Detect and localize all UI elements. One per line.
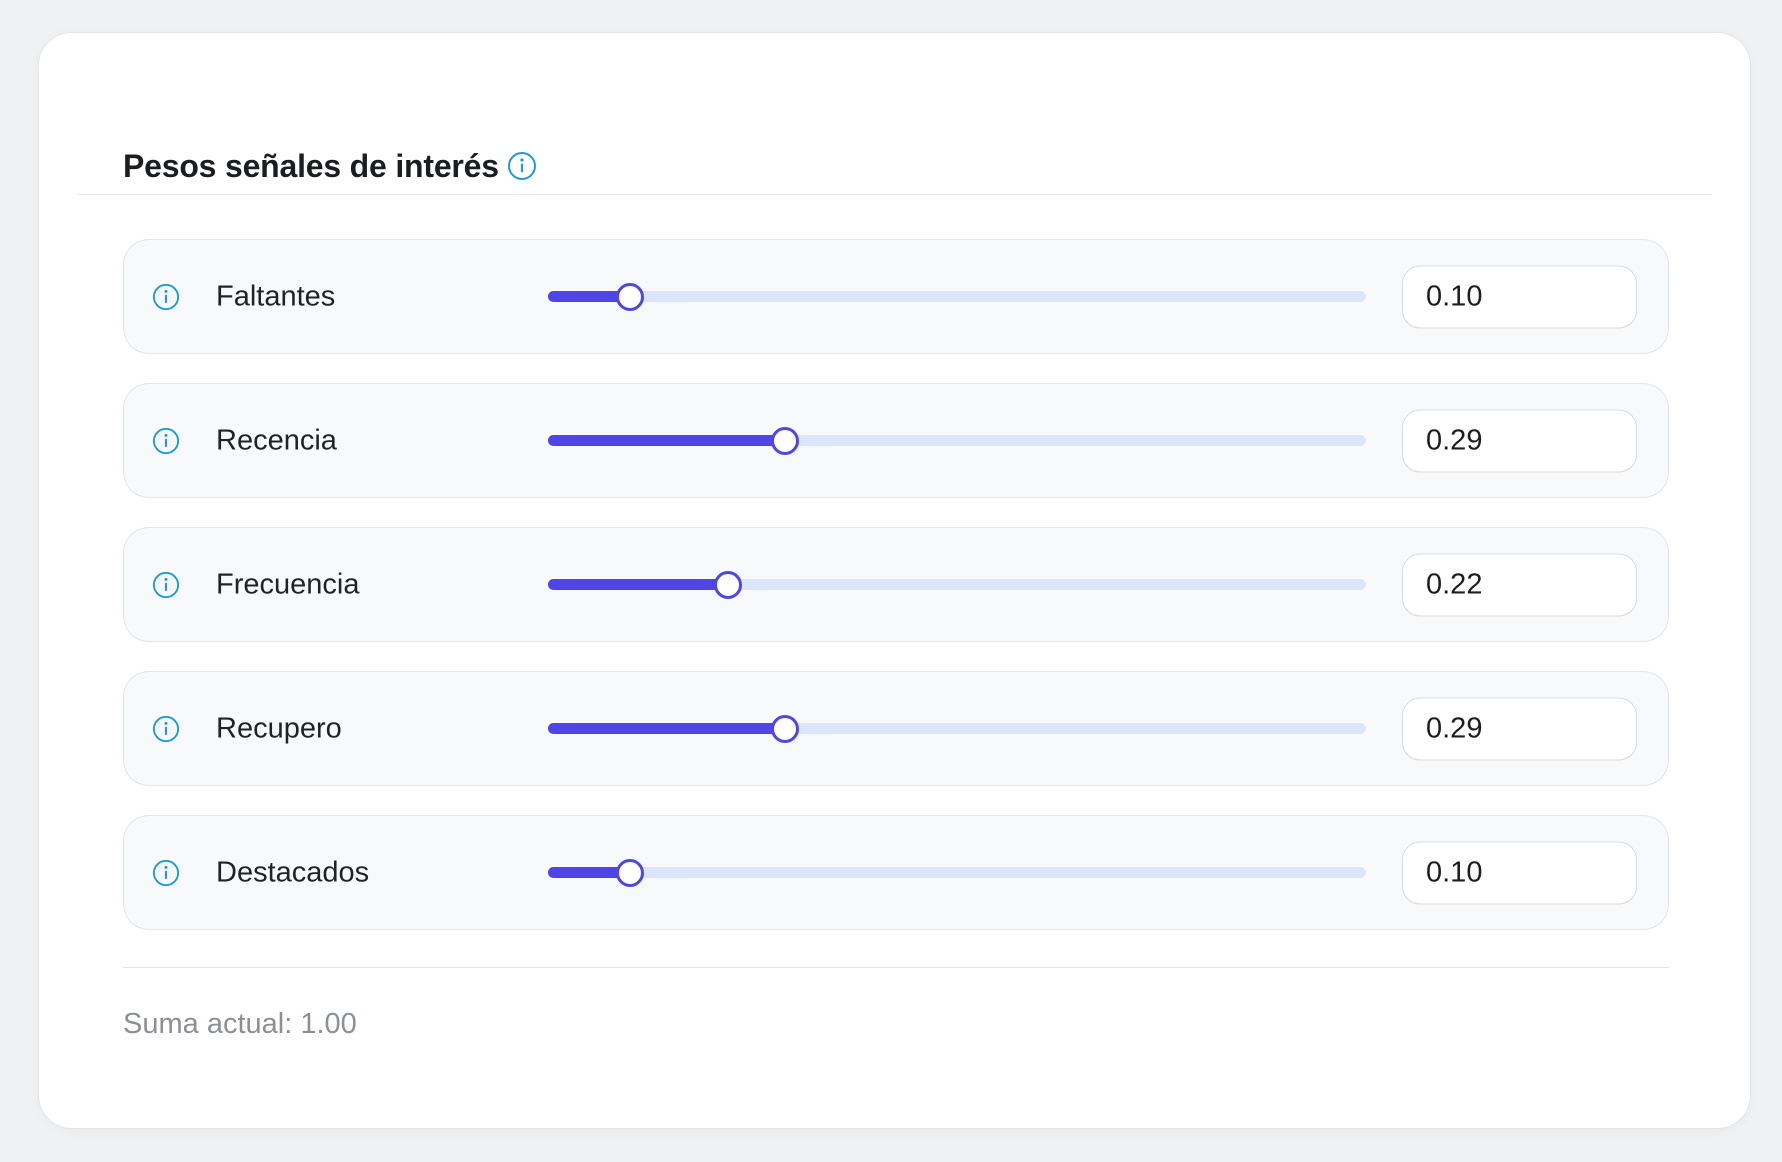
- signal-label: Frecuencia: [216, 568, 360, 600]
- weight-input[interactable]: [1402, 409, 1637, 472]
- slider-thumb[interactable]: [771, 426, 800, 455]
- weight-input[interactable]: [1402, 265, 1637, 328]
- weight-slider[interactable]: [548, 570, 1366, 599]
- sum-total: Suma actual: 1.00: [123, 1008, 357, 1040]
- header-divider: [77, 194, 1712, 195]
- weights-card: Pesos señales de interés Faltantes 0.10 …: [38, 32, 1751, 1129]
- signal-label: Destacados: [216, 856, 370, 888]
- info-icon[interactable]: [152, 859, 180, 887]
- weight-slider[interactable]: [548, 426, 1366, 455]
- signal-row-frecuencia: Frecuencia: [123, 527, 1669, 642]
- slider-thumb[interactable]: [615, 858, 644, 887]
- card-title: Pesos señales de interés: [123, 147, 499, 184]
- slider-thumb[interactable]: [771, 714, 800, 743]
- signal-label: Faltantes: [216, 280, 336, 312]
- weight-slider[interactable]: [548, 858, 1366, 887]
- weight-input[interactable]: [1402, 553, 1637, 616]
- weight-slider[interactable]: [548, 714, 1366, 743]
- signal-row-destacados: Destacados: [123, 815, 1669, 930]
- slider-thumb[interactable]: [615, 282, 644, 311]
- slider-fill: [548, 579, 728, 590]
- slider-fill: [548, 723, 786, 734]
- slider-track: [548, 291, 1366, 302]
- slider-track: [548, 867, 1366, 878]
- slider-fill: [548, 435, 786, 446]
- info-icon[interactable]: [152, 427, 180, 455]
- weight-input[interactable]: [1402, 697, 1637, 760]
- weight-slider[interactable]: [548, 282, 1366, 311]
- signal-label: Recupero: [216, 712, 342, 744]
- signal-row-recencia: Recencia: [123, 383, 1669, 498]
- footer-divider: [123, 967, 1669, 968]
- signal-rows: Faltantes Recencia: [123, 239, 1669, 959]
- info-icon[interactable]: [152, 715, 180, 743]
- signal-row-faltantes: Faltantes: [123, 239, 1669, 354]
- slider-thumb[interactable]: [713, 570, 742, 599]
- weight-input[interactable]: [1402, 841, 1637, 904]
- signal-row-recupero: Recupero: [123, 671, 1669, 786]
- info-icon[interactable]: [507, 151, 537, 181]
- signal-label: Recencia: [216, 424, 337, 456]
- info-icon[interactable]: [152, 571, 180, 599]
- card-header: Pesos señales de interés: [123, 113, 537, 219]
- info-icon[interactable]: [152, 283, 180, 311]
